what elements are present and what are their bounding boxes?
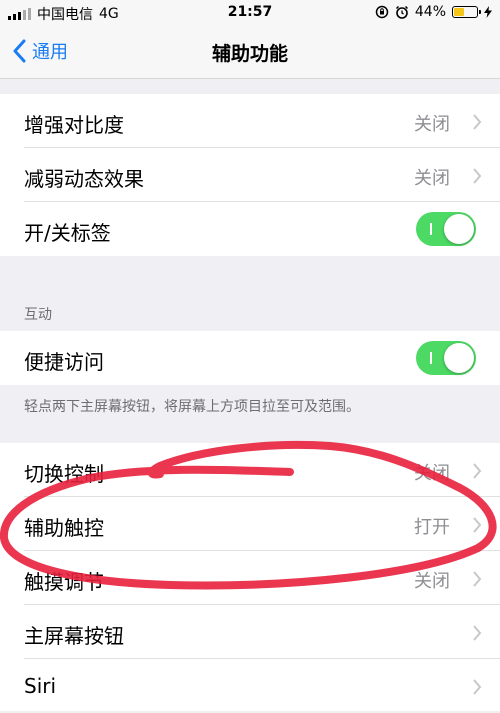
- interaction-settings-group: 便捷访问: [0, 331, 500, 385]
- toggle-knob: [444, 214, 474, 244]
- settings-row-switch-control[interactable]: 切换控制 关闭: [24, 443, 500, 497]
- row-label: 主屏幕按钮: [24, 624, 124, 648]
- top-settings-group: 增强对比度 关闭 减弱动态效果 关闭 开/关标签: [0, 94, 500, 256]
- charging-icon: [484, 6, 492, 18]
- chevron-right-icon: [473, 517, 482, 533]
- settings-row-reduce-motion[interactable]: 减弱动态效果 关闭: [24, 148, 500, 202]
- row-label: Siri: [24, 674, 57, 698]
- row-value: 打开: [414, 517, 450, 538]
- settings-row-touch-accommodations[interactable]: 触摸调节 关闭: [24, 551, 500, 605]
- toggle-knob: [444, 343, 474, 373]
- rotation-lock-icon: [375, 5, 389, 19]
- status-bar: 中国电信 4G 21:57 44%: [0, 0, 500, 26]
- row-label: 增强对比度: [24, 113, 124, 137]
- bottom-settings-group: 切换控制 关闭 辅助触控 打开 触摸调节 关闭 主屏幕按钮 Siri: [0, 443, 500, 711]
- chevron-right-icon: [473, 463, 482, 479]
- settings-row-on-off-labels: 开/关标签: [24, 202, 500, 256]
- toggle-on-mark: [430, 223, 432, 235]
- nav-bar: 通用 辅助功能: [0, 26, 500, 79]
- row-value: 关闭: [414, 114, 450, 135]
- row-label: 触摸调节: [24, 570, 104, 594]
- chevron-right-icon: [473, 168, 482, 184]
- row-value: 关闭: [414, 463, 450, 484]
- reachability-toggle[interactable]: [416, 341, 476, 375]
- chevron-right-icon: [473, 571, 482, 587]
- settings-row-home-button[interactable]: 主屏幕按钮: [24, 605, 500, 659]
- page-title: 辅助功能: [211, 43, 288, 65]
- section-footer-reachability: 轻点两下主屏幕按钮，将屏幕上方项目拉至可及范围。: [24, 399, 360, 415]
- chevron-right-icon: [473, 679, 482, 695]
- row-label: 减弱动态效果: [24, 167, 144, 191]
- settings-row-reachability: 便捷访问: [24, 331, 500, 385]
- row-value: 关闭: [414, 168, 450, 189]
- section-header-interaction: 互动: [24, 307, 52, 323]
- row-label: 便捷访问: [24, 350, 104, 374]
- chevron-right-icon: [473, 114, 482, 130]
- alarm-icon: [395, 5, 408, 19]
- settings-row-siri[interactable]: Siri: [24, 659, 500, 713]
- row-label: 辅助触控: [24, 516, 104, 540]
- chevron-right-icon: [473, 625, 482, 641]
- settings-row-assistivetouch[interactable]: 辅助触控 打开: [24, 497, 500, 551]
- battery-fill: [454, 8, 464, 16]
- battery-icon: [452, 6, 481, 18]
- battery-percent: 44%: [414, 4, 446, 20]
- status-right: 44%: [375, 4, 492, 20]
- settings-row-increase-contrast[interactable]: 增强对比度 关闭: [24, 94, 500, 148]
- row-value: 关闭: [414, 571, 450, 592]
- on-off-labels-toggle[interactable]: [416, 212, 476, 246]
- row-label: 开/关标签: [24, 221, 111, 245]
- row-label: 切换控制: [24, 462, 104, 486]
- toggle-on-mark: [430, 352, 432, 364]
